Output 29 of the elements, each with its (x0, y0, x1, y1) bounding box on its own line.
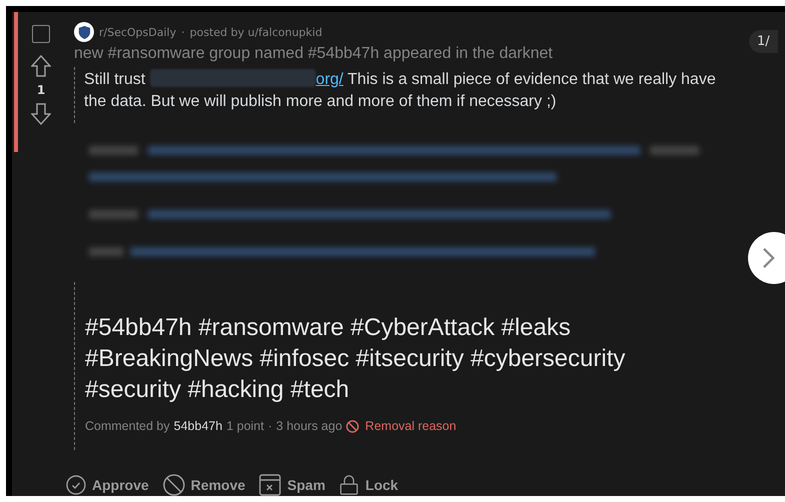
posted-by-text: posted by u/falconupkid (190, 26, 322, 38)
page-counter: 1/ (749, 30, 778, 53)
separator-dot: · (268, 419, 272, 434)
check-circle-icon (66, 475, 86, 495)
lock-icon (339, 474, 360, 496)
prohibited-icon (162, 474, 185, 496)
chevron-right-icon (762, 247, 775, 269)
post-link[interactable]: org/ (316, 71, 344, 88)
vote-score: 1 (36, 83, 46, 97)
spam-button[interactable]: Spam (259, 474, 326, 496)
downvote-icon[interactable] (31, 103, 51, 125)
next-button[interactable] (748, 232, 785, 284)
spam-box-icon (259, 474, 282, 496)
post-body-text: Still trust org/ This is a small piece of evidence that we really have the data. But we will publish more and more of them if necessary ;) (84, 69, 717, 112)
prohibited-icon (346, 420, 360, 433)
separator-dot: · (181, 26, 185, 38)
approve-button[interactable]: Approve (66, 474, 149, 496)
comment-hashtags: #54bb47h #ransomware #CyberAttack #leaks #BreakingNews #infosec #itsecurity #cybersecurity #security #hacking #tech (85, 313, 626, 406)
lock-button[interactable]: Lock (339, 474, 398, 496)
select-checkbox[interactable] (32, 25, 50, 43)
subreddit-avatar-icon (74, 22, 94, 42)
commented-by-label: Commented by (85, 419, 170, 434)
comment-time: 3 hours ago (276, 419, 342, 434)
subreddit-link[interactable]: r/SecOpsDaily (99, 26, 176, 38)
remove-button[interactable]: Remove (162, 474, 246, 496)
comment-author-link[interactable]: 54bb47h (174, 419, 222, 434)
upvote-icon[interactable] (31, 55, 51, 77)
removal-reason-button[interactable]: Removal reason (346, 419, 456, 434)
comment-points: 1 point (226, 419, 264, 434)
